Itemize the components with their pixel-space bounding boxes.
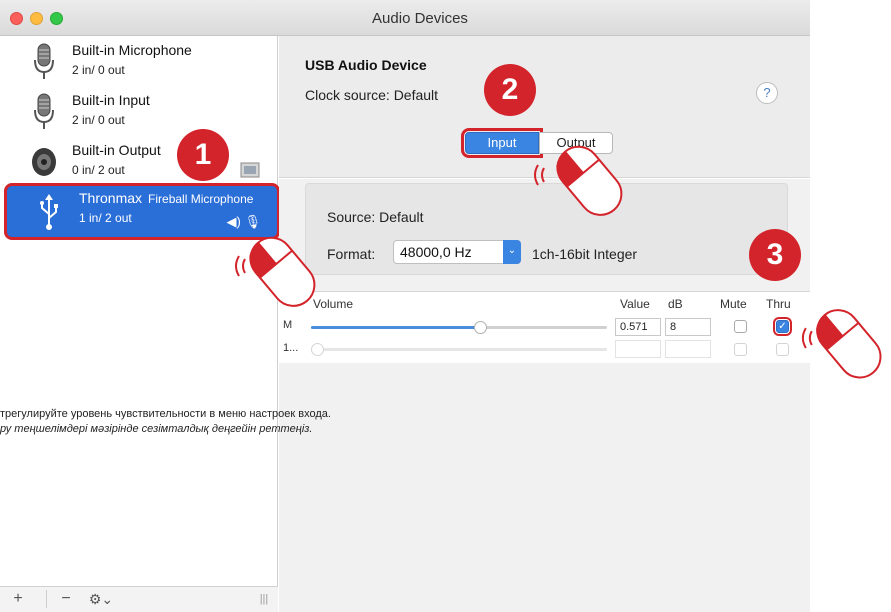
format-description: 1ch-16bit Integer (532, 246, 638, 262)
device-io: 0 in/ 2 out (72, 163, 125, 177)
device-io: 2 in/ 0 out (72, 63, 125, 77)
device-detail-panel: USB Audio Device Clock source: Default ?… (279, 36, 810, 612)
device-item-built-in-output[interactable]: Built-in Output 0 in/ 2 out (0, 138, 278, 188)
device-name: Built-in Microphone (72, 42, 192, 58)
volume-slider[interactable] (311, 321, 607, 334)
instruction-ru: трегулируйте уровень чувствительности в … (0, 408, 331, 420)
callout-3: 3 (749, 229, 801, 281)
header-db: dB (668, 297, 683, 311)
help-button[interactable]: ? (756, 82, 778, 104)
microphone-icon (34, 93, 54, 129)
channel-label: M (283, 319, 293, 331)
sidebar-footer: + − ⚙⌄ ||| (0, 586, 278, 612)
mute-checkbox[interactable] (734, 320, 747, 333)
title-bar: Audio Devices (0, 0, 810, 36)
device-subtitle: Fireball Microphone (148, 192, 254, 206)
format-select[interactable]: 48000,0 Hz ⌄ (393, 240, 521, 264)
add-device-button[interactable]: + (8, 590, 28, 610)
remove-device-button[interactable]: − (56, 590, 76, 610)
db-field[interactable] (665, 340, 711, 358)
device-io: 1 in/ 2 out (79, 211, 132, 225)
mouse-click-icon (801, 309, 882, 379)
device-name: Built-in Output (72, 142, 161, 158)
device-name: Built-in Input (72, 92, 150, 108)
device-name-main: Thronmax (79, 190, 143, 206)
gear-menu-icon[interactable]: ⚙⌄ (86, 590, 116, 610)
channel-label: 1... (283, 342, 299, 354)
mute-checkbox[interactable] (734, 343, 747, 356)
header-thru: Thru (766, 297, 791, 311)
volume-slider-fill (311, 326, 481, 329)
device-item-built-in-input[interactable]: Built-in Input 2 in/ 0 out (0, 88, 278, 138)
mouse-click-icon (235, 236, 316, 307)
instruction-kk: ру теңшелімдері мәзірінде сезімталдық де… (0, 423, 313, 435)
mouse-click-icon (534, 145, 623, 216)
volume-slider-knob[interactable] (474, 321, 488, 334)
format-label: Format: (327, 246, 376, 262)
format-value: 48000,0 Hz (400, 244, 472, 260)
device-title: USB Audio Device (305, 57, 427, 73)
tab-input[interactable]: Input (461, 128, 543, 158)
volume-table: Volume Value dB Mute Thru M 0.571 8 ✓ 1.… (279, 291, 810, 363)
resize-handle-icon[interactable]: ||| (258, 590, 270, 610)
device-name: Thronmax Fireball Microphone (79, 190, 253, 206)
thru-checkbox[interactable] (776, 343, 789, 356)
volume-slider-knob[interactable] (311, 343, 324, 356)
callout-2: 2 (484, 64, 536, 116)
header-mute: Mute (720, 297, 747, 311)
clock-source: Clock source: Default (305, 87, 439, 103)
value-field[interactable]: 0.571 (615, 318, 661, 336)
speaker-icon (32, 148, 56, 176)
header-value: Value (620, 297, 650, 311)
volume-slider[interactable] (311, 343, 607, 356)
value-field[interactable] (615, 340, 661, 358)
detail-body: Source: Default Format: 48000,0 Hz ⌄ 1ch… (279, 179, 810, 612)
window-title: Audio Devices (372, 10, 468, 27)
callout-1: 1 (177, 129, 229, 181)
device-item-built-in-microphone[interactable]: Built-in Microphone 2 in/ 0 out (0, 38, 278, 88)
footer-divider (46, 590, 47, 608)
thru-checkbox[interactable]: ✓ (773, 317, 792, 336)
microphone-icon (34, 43, 54, 79)
usb-icon (40, 194, 58, 230)
db-field[interactable]: 8 (665, 318, 711, 336)
device-io: 2 in/ 0 out (72, 113, 125, 127)
chevron-down-icon: ⌄ (503, 240, 521, 264)
finder-icon (240, 162, 260, 178)
device-sidebar: Built-in Microphone 2 in/ 0 out Built-in… (0, 36, 280, 612)
source-label: Source: Default (327, 209, 424, 225)
